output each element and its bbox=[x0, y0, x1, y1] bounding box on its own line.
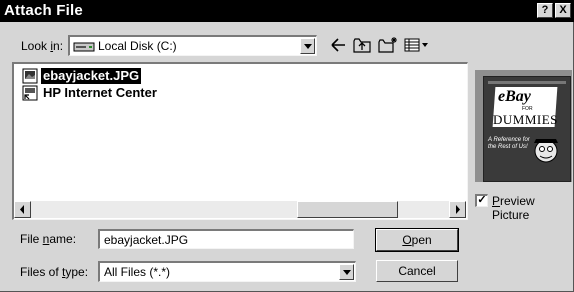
scroll-right-button[interactable] bbox=[449, 201, 466, 218]
book-title: DUMMIES bbox=[493, 112, 558, 127]
file-name-input[interactable]: ebayjacket.JPG bbox=[98, 229, 354, 249]
window-title: Attach File bbox=[4, 2, 83, 19]
hard-drive-icon bbox=[73, 42, 95, 52]
file-list[interactable]: ebayjacket.JPG HP Internet Center bbox=[12, 62, 468, 220]
horizontal-scrollbar[interactable] bbox=[14, 201, 466, 218]
shortcut-file-icon bbox=[22, 85, 38, 101]
chevron-down-icon[interactable] bbox=[339, 264, 354, 280]
close-button[interactable]: X bbox=[555, 3, 571, 18]
preview-image: eBay FOR DUMMIES A Reference for the Res… bbox=[475, 70, 572, 182]
create-new-folder-icon[interactable] bbox=[377, 36, 399, 54]
up-one-level-icon[interactable] bbox=[352, 36, 372, 54]
preview-picture-label: Preview Picture bbox=[492, 194, 535, 222]
file-name-label: ebayjacket.JPG bbox=[41, 68, 142, 84]
open-button[interactable]: Open bbox=[375, 228, 459, 252]
book-brand: eBay bbox=[498, 88, 531, 105]
preview-picture-checkbox[interactable]: ✓ bbox=[475, 194, 488, 207]
scrollbar-thumb[interactable] bbox=[297, 201, 398, 218]
back-icon[interactable] bbox=[329, 36, 347, 54]
view-menu-icon[interactable] bbox=[403, 36, 429, 54]
help-button[interactable]: ? bbox=[537, 3, 553, 18]
look-in-value: Local Disk (C:) bbox=[98, 39, 177, 53]
scroll-left-button[interactable] bbox=[14, 201, 31, 218]
attach-file-dialog: Attach File ? X Look in: Local Disk (C:) bbox=[0, 0, 574, 292]
files-of-type-label: Files of type: bbox=[20, 265, 89, 279]
file-name-label: HP Internet Center bbox=[43, 85, 157, 100]
files-of-type-dropdown[interactable]: All Files (*.*) bbox=[98, 261, 356, 282]
file-name-value: ebayjacket.JPG bbox=[104, 233, 189, 247]
title-bar[interactable]: Attach File ? X bbox=[0, 0, 574, 22]
dummies-mascot-icon bbox=[534, 139, 558, 163]
arrow-left-icon bbox=[20, 205, 24, 214]
arrow-right-icon bbox=[456, 205, 460, 214]
book-cover-thumbnail: eBay FOR DUMMIES A Reference for the Res… bbox=[483, 76, 571, 182]
file-name-label: File name: bbox=[20, 232, 77, 246]
chevron-down-icon[interactable] bbox=[300, 38, 315, 54]
files-of-type-value: All Files (*.*) bbox=[104, 265, 171, 279]
image-file-icon bbox=[22, 68, 38, 84]
cancel-button[interactable]: Cancel bbox=[376, 260, 458, 282]
look-in-label: Look in: bbox=[21, 39, 64, 53]
look-in-dropdown[interactable]: Local Disk (C:) bbox=[68, 35, 317, 56]
